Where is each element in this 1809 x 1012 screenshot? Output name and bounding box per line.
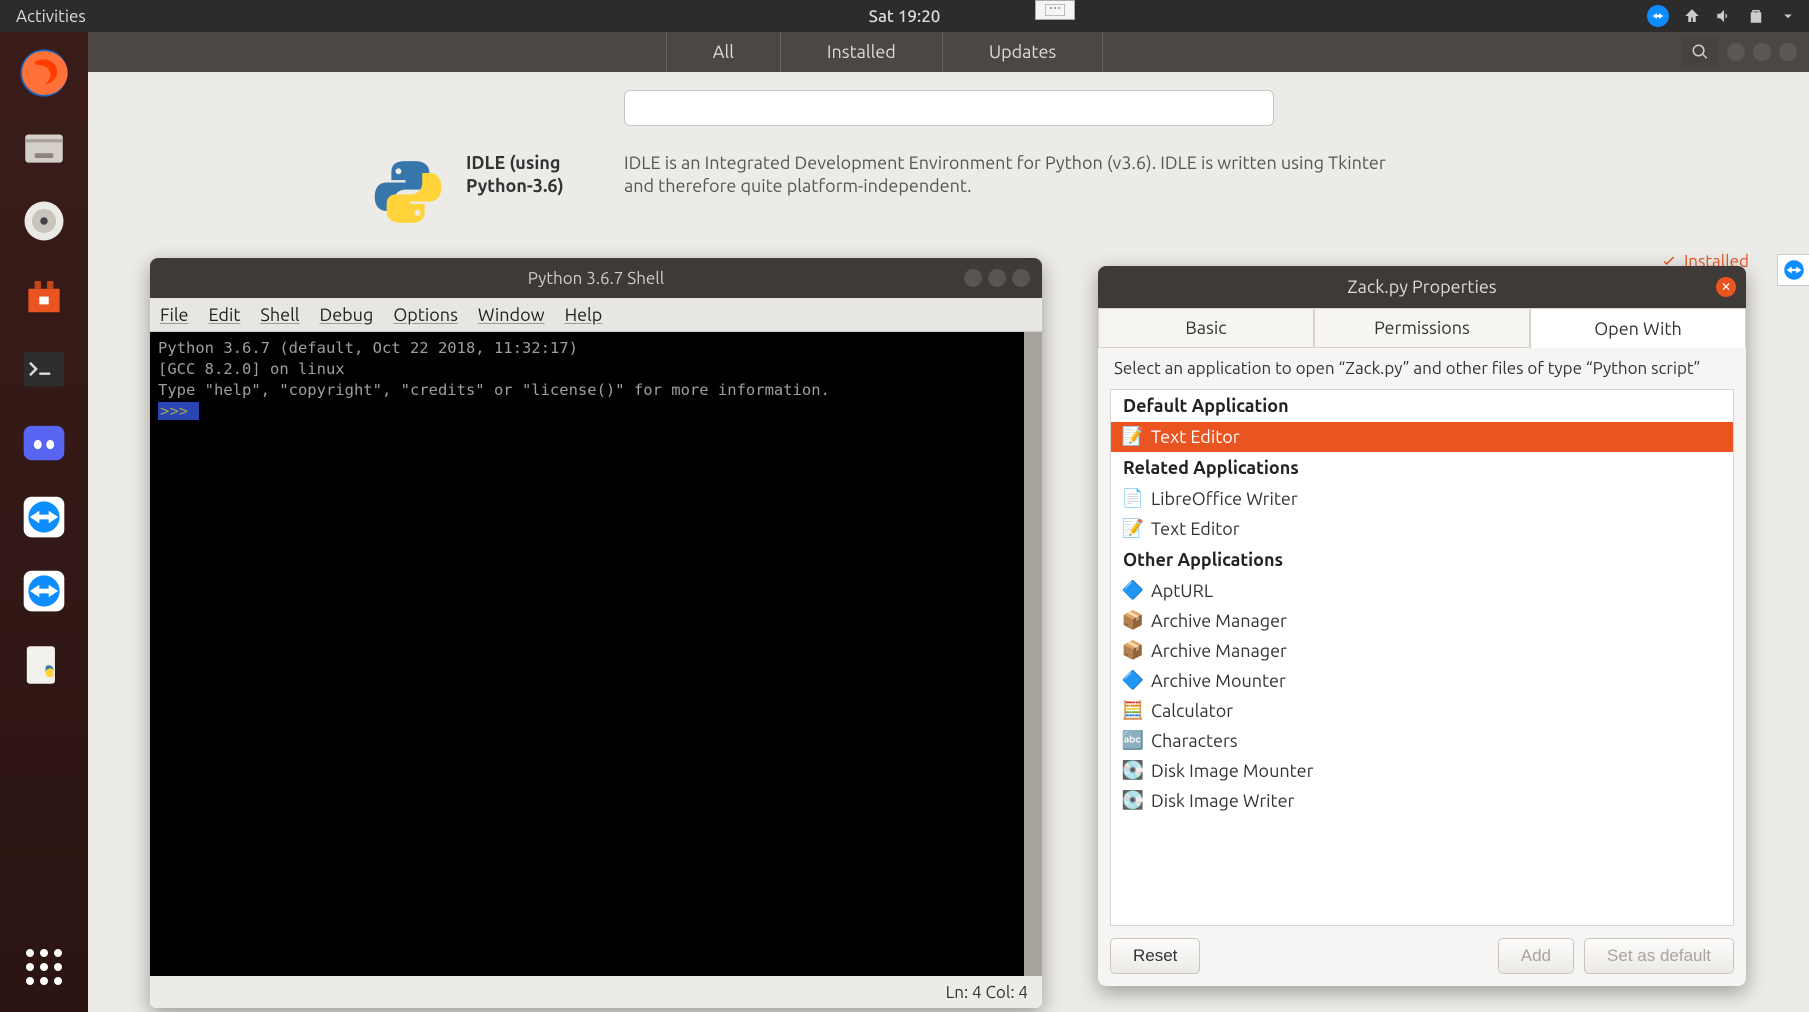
dock-terminal[interactable]	[13, 338, 75, 400]
menu-options[interactable]: Options	[393, 305, 458, 325]
python-logo-icon	[368, 152, 448, 232]
idle-minimize-button[interactable]	[964, 269, 982, 287]
list-item[interactable]: 📝 Text Editor	[1111, 422, 1733, 452]
reset-button[interactable]: Reset	[1110, 938, 1200, 974]
dock-firefox[interactable]	[13, 42, 75, 104]
menu-debug[interactable]: Debug	[320, 305, 374, 325]
activities-button[interactable]: Activities	[0, 7, 102, 26]
properties-title[interactable]: Zack.py Properties ✕	[1098, 266, 1746, 308]
shell-output[interactable]: Python 3.6.7 (default, Oct 22 2018, 11:3…	[150, 332, 1024, 976]
text-editor-icon: 📝	[1123, 427, 1143, 447]
search-input[interactable]	[624, 90, 1274, 126]
menu-help[interactable]: Help	[565, 305, 603, 325]
maximize-button[interactable]	[1753, 43, 1771, 61]
menu-file[interactable]: File	[160, 305, 189, 325]
tab-all[interactable]: All	[666, 32, 780, 72]
dock-discord[interactable]	[13, 412, 75, 474]
list-item[interactable]: 💽Disk Image Mounter	[1111, 756, 1733, 786]
header-search-button[interactable]	[1681, 37, 1719, 67]
idle-scrollbar[interactable]	[1024, 332, 1042, 976]
show-applications-button[interactable]	[19, 942, 69, 992]
list-item[interactable]: 🔤Characters	[1111, 726, 1733, 756]
network-icon[interactable]	[1683, 7, 1701, 25]
heading-default: Default Application	[1111, 390, 1733, 422]
idle-shell-window: Python 3.6.7 Shell File Edit Shell Debug…	[150, 258, 1042, 1008]
properties-dialog: Zack.py Properties ✕ Basic Permissions O…	[1098, 266, 1746, 986]
clock[interactable]: Sat 19:20	[869, 7, 941, 26]
shell-prompt: >>>	[158, 402, 199, 420]
tab-open-with[interactable]: Open With	[1530, 308, 1746, 348]
archive-icon: 📦	[1123, 611, 1143, 631]
text-editor-icon: 📝	[1123, 519, 1143, 539]
tab-updates[interactable]: Updates	[942, 32, 1103, 72]
volume-icon[interactable]	[1715, 7, 1733, 25]
dock-rhythmbox[interactable]	[13, 190, 75, 252]
disk-icon: 💽	[1123, 761, 1143, 781]
properties-close-button[interactable]: ✕	[1716, 277, 1736, 297]
heading-other: Other Applications	[1111, 544, 1733, 576]
dock-teamviewer-2[interactable]	[13, 560, 75, 622]
generic-app-icon: 🔷	[1123, 671, 1143, 691]
window-title: Python 3.6.7 Shell	[528, 269, 664, 288]
software-header: All Installed Updates	[88, 32, 1809, 72]
dock-software[interactable]	[13, 264, 75, 326]
teamviewer-panel-icon[interactable]	[1777, 254, 1809, 286]
dropdown-caret-icon[interactable]	[1779, 7, 1797, 25]
idle-menubar: File Edit Shell Debug Options Window Hel…	[150, 298, 1042, 332]
disk-icon: 💽	[1123, 791, 1143, 811]
top-panel: Activities Sat 19:20	[0, 0, 1809, 32]
dock-teamviewer-1[interactable]	[13, 486, 75, 548]
list-item[interactable]: 📝Text Editor	[1111, 514, 1733, 544]
battery-icon[interactable]	[1747, 7, 1765, 25]
add-button[interactable]: Add	[1498, 938, 1574, 974]
list-item[interactable]: 📦Archive Manager	[1111, 606, 1733, 636]
teamviewer-tray-icon[interactable]	[1647, 5, 1669, 27]
app-description: IDLE is an Integrated Development Enviro…	[624, 152, 1394, 232]
list-item[interactable]: 🔷AptURL	[1111, 576, 1733, 606]
open-with-description: Select an application to open “Zack.py” …	[1098, 348, 1746, 389]
list-item[interactable]: 🔷Archive Mounter	[1111, 666, 1733, 696]
heading-related: Related Applications	[1111, 452, 1733, 484]
minimize-button[interactable]	[1727, 43, 1745, 61]
software-tabs: All Installed Updates	[666, 32, 1103, 72]
set-default-button[interactable]: Set as default	[1584, 938, 1734, 974]
writer-icon: 📄	[1123, 489, 1143, 509]
menu-window[interactable]: Window	[478, 305, 545, 325]
list-item[interactable]: 📄LibreOffice Writer	[1111, 484, 1733, 514]
idle-maximize-button[interactable]	[988, 269, 1006, 287]
idle-close-button[interactable]	[1012, 269, 1030, 287]
idle-titlebar[interactable]: Python 3.6.7 Shell	[150, 258, 1042, 298]
dock-python-file[interactable]	[13, 634, 75, 696]
app-name: IDLE (using Python-3.6)	[466, 152, 606, 197]
application-list: Default Application 📝 Text Editor Relate…	[1110, 389, 1734, 926]
idle-statusbar: Ln: 4 Col: 4	[150, 976, 1042, 1008]
dock	[0, 32, 88, 1012]
list-item[interactable]: 📦Archive Manager	[1111, 636, 1733, 666]
list-item[interactable]: 🧮Calculator	[1111, 696, 1733, 726]
system-tray	[1647, 5, 1809, 27]
tab-permissions[interactable]: Permissions	[1314, 308, 1530, 348]
calculator-icon: 🧮	[1123, 701, 1143, 721]
tab-basic[interactable]: Basic	[1098, 308, 1314, 348]
tab-installed[interactable]: Installed	[780, 32, 942, 72]
close-button[interactable]	[1779, 43, 1797, 61]
search-result-item[interactable]: IDLE (using Python-3.6) IDLE is an Integ…	[88, 136, 1809, 240]
archive-icon: 📦	[1123, 641, 1143, 661]
generic-app-icon: 🔷	[1123, 581, 1143, 601]
characters-icon: 🔤	[1123, 731, 1143, 751]
menu-edit[interactable]: Edit	[209, 305, 241, 325]
list-item[interactable]: 💽Disk Image Writer	[1111, 786, 1733, 816]
keyboard-indicator[interactable]	[1035, 0, 1075, 20]
dock-files[interactable]	[13, 116, 75, 178]
menu-shell[interactable]: Shell	[260, 305, 299, 325]
